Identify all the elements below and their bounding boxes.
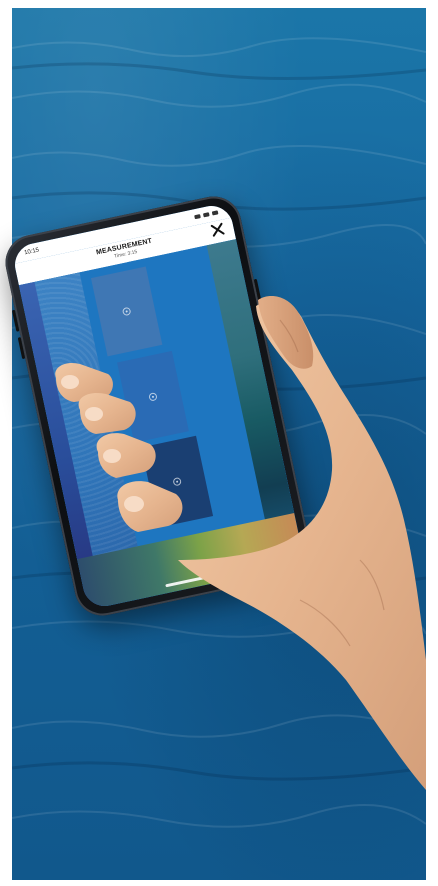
color-patch-1[interactable] [90,266,163,357]
color-patch-3[interactable] [141,435,214,528]
target-icon [172,476,182,487]
color-patch-2[interactable] [117,350,189,443]
status-time: 10:15 [23,247,40,257]
target-icon [121,306,132,317]
close-button[interactable] [208,220,227,239]
photo-canvas: 10:15 MEASUREMENT Time: 3:15 [0,0,438,886]
close-icon [210,222,225,237]
status-icons [194,210,219,220]
battery-icon [211,210,219,216]
wifi-icon [202,212,210,218]
target-icon [148,392,158,402]
signal-icon [194,214,201,220]
